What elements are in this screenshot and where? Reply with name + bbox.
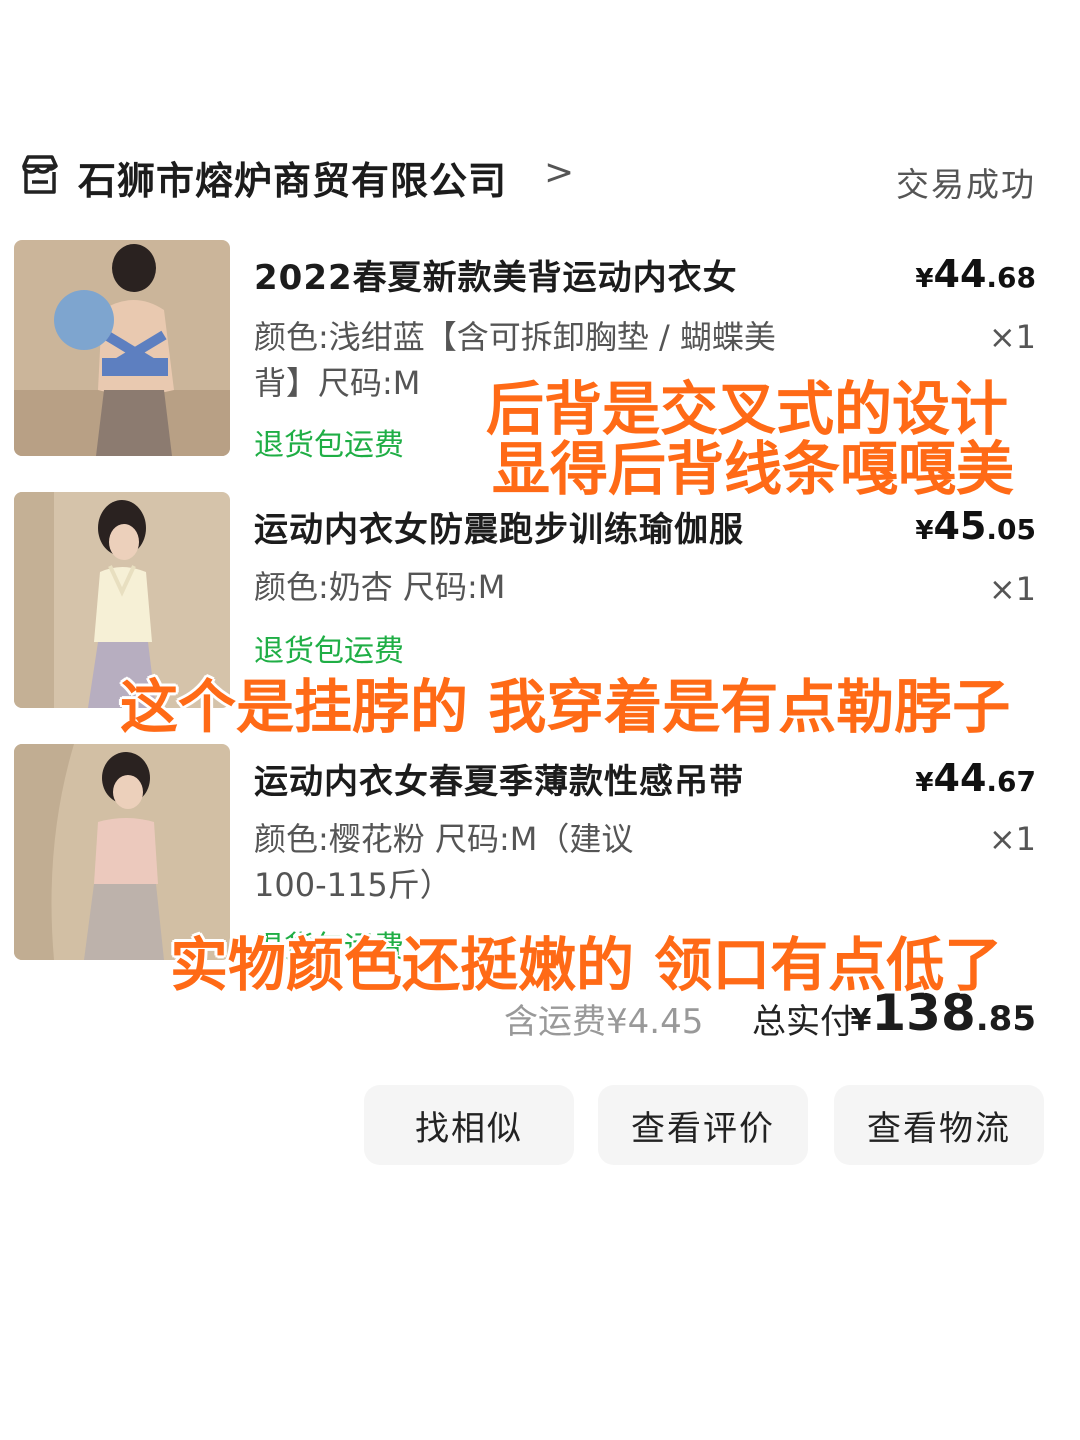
overlay-caption-1-line-2: 显得后背线条嘎嘎美	[492, 435, 1015, 503]
order-status: 交易成功	[896, 165, 1036, 204]
product-price: ¥44.68	[915, 252, 1036, 296]
product-price: ¥45.05	[915, 504, 1036, 548]
view-review-button[interactable]: 查看评价	[598, 1085, 808, 1165]
product-title[interactable]: 运动内衣女防震跑步训练瑜伽服	[254, 502, 744, 551]
store-name[interactable]: 石狮市熔炉商贸有限公司	[78, 150, 507, 205]
find-similar-button[interactable]: 找相似	[364, 1085, 574, 1165]
store-icon	[18, 152, 62, 196]
product-quantity: ×1	[988, 318, 1036, 356]
product-spec: 颜色:奶杏 尺码:M	[254, 568, 506, 606]
product-price: ¥44.67	[915, 756, 1036, 800]
product-title[interactable]: 2022春夏新款美背运动内衣女	[254, 250, 738, 299]
product-image[interactable]	[14, 240, 230, 456]
product-quantity: ×1	[988, 820, 1036, 858]
view-logistics-button[interactable]: 查看物流	[834, 1085, 1044, 1165]
overlay-caption-2: 这个是挂脖的 我穿着是有点勒脖子	[120, 673, 1011, 741]
product-spec: 颜色:樱花粉 尺码:M（建议100-115斤）	[254, 820, 634, 904]
product-quantity: ×1	[988, 570, 1036, 608]
product-title[interactable]: 运动内衣女春夏季薄款性感吊带	[254, 754, 744, 803]
return-shipping-badge: 退货包运费	[254, 428, 404, 463]
chevron-right-icon[interactable]: >	[544, 152, 574, 193]
overlay-caption-3: 实物颜色还挺嫩的 领口有点低了	[170, 931, 1003, 999]
